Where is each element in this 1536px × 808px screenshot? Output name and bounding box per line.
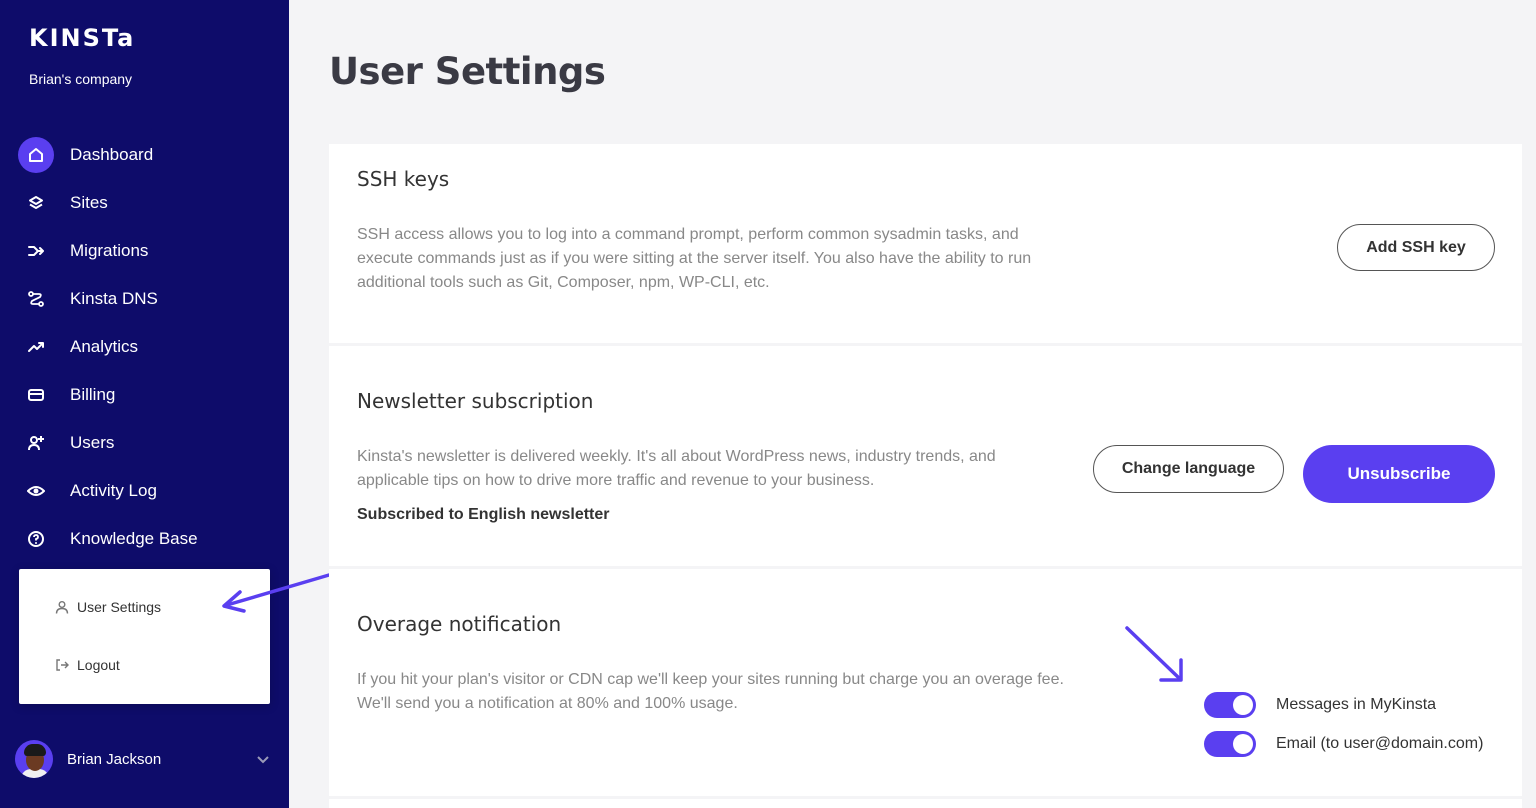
- sidebar-item-label: Knowledge Base: [70, 529, 198, 548]
- sidebar-nav: Dashboard Sites Migrations Kinsta DNS An…: [0, 131, 289, 563]
- email-notification-label: Email (to user@domain.com): [1276, 735, 1484, 752]
- sidebar-item-knowledge-base[interactable]: Knowledge Base: [0, 515, 289, 563]
- overage-desc-line1: If you hit your plan's visitor or CDN ca…: [357, 671, 1064, 688]
- sidebar-item-label: Analytics: [70, 337, 139, 356]
- trend-icon: [18, 329, 54, 365]
- newsletter-title: Newsletter subscription: [357, 389, 594, 413]
- kinsta-logo[interactable]: KINSTa: [29, 24, 135, 52]
- user-account-toggle[interactable]: Brian Jackson: [15, 739, 275, 779]
- newsletter-card: Newsletter subscription Kinsta's newslet…: [329, 346, 1522, 566]
- next-card: [329, 799, 1522, 808]
- ssh-keys-card: SSH keys SSH access allows you to log in…: [329, 144, 1522, 343]
- sidebar-item-label: Users: [70, 433, 115, 452]
- sidebar-item-activity-log[interactable]: Activity Log: [0, 467, 289, 515]
- logout-menu-item[interactable]: Logout: [55, 657, 120, 673]
- sidebar-item-sites[interactable]: Sites: [0, 179, 289, 227]
- overage-notification-card: Overage notification If you hit your pla…: [329, 569, 1522, 796]
- sidebar-item-label: Kinsta DNS: [70, 289, 158, 308]
- help-icon: [18, 521, 54, 557]
- user-settings-label: User Settings: [77, 599, 162, 615]
- annotation-arrow-user-settings: [222, 573, 331, 613]
- add-ssh-key-button[interactable]: Add SSH key: [1337, 224, 1495, 271]
- dns-icon: [18, 281, 54, 317]
- user-name: Brian Jackson: [67, 750, 162, 768]
- change-language-button[interactable]: Change language: [1093, 445, 1284, 493]
- messages-in-mykinsta-toggle[interactable]: [1204, 692, 1256, 718]
- ssh-keys-desc-line2: execute commands just as if you were sit…: [357, 250, 1032, 267]
- ssh-keys-desc-line1: SSH access allows you to log into a comm…: [357, 226, 1019, 243]
- sidebar-item-users[interactable]: Users: [0, 419, 289, 467]
- user-settings-menu-item[interactable]: User Settings: [55, 599, 161, 615]
- logout-label: Logout: [77, 657, 120, 673]
- user-plus-icon: [18, 425, 54, 461]
- eye-icon: [18, 473, 54, 509]
- logout-icon: [56, 659, 69, 671]
- sidebar-item-label: Activity Log: [70, 481, 157, 500]
- card-icon: [18, 377, 54, 413]
- page-title: User Settings: [329, 50, 606, 93]
- sidebar-item-migrations[interactable]: Migrations: [0, 227, 289, 275]
- sidebar-item-label: Migrations: [70, 241, 149, 260]
- avatar: [15, 740, 53, 778]
- company-name[interactable]: Brian's company: [29, 71, 132, 87]
- newsletter-desc-line1: Kinsta's newsletter is delivered weekly.…: [357, 448, 996, 465]
- migrate-icon: [18, 233, 54, 269]
- email-notification-toggle[interactable]: [1204, 731, 1256, 757]
- messages-in-mykinsta-toggle-row[interactable]: Messages in MyKinsta: [1204, 692, 1436, 718]
- email-toggle-row[interactable]: Email (to user@domain.com): [1204, 731, 1483, 757]
- sidebar-item-label: Billing: [70, 385, 116, 404]
- sidebar-item-label: Sites: [70, 193, 108, 212]
- overage-title: Overage notification: [357, 612, 562, 636]
- sidebar-item-billing[interactable]: Billing: [0, 371, 289, 419]
- unsubscribe-button[interactable]: Unsubscribe: [1303, 445, 1495, 503]
- annotation-arrow-toggles: [1125, 626, 1183, 682]
- sidebar-item-kinsta-dns[interactable]: Kinsta DNS: [0, 275, 289, 323]
- sidebar-item-label: Dashboard: [70, 145, 154, 164]
- ssh-keys-title: SSH keys: [357, 167, 450, 191]
- layers-icon: [18, 185, 54, 221]
- user-icon: [55, 601, 69, 614]
- home-icon: [18, 137, 54, 173]
- sidebar-item-analytics[interactable]: Analytics: [0, 323, 289, 371]
- ssh-keys-desc-line3: additional tools such as Git, Composer, …: [357, 274, 770, 291]
- newsletter-status: Subscribed to English newsletter: [357, 506, 610, 523]
- sidebar-item-dashboard[interactable]: Dashboard: [0, 131, 289, 179]
- chevron-down-icon: [257, 756, 269, 764]
- overage-desc-line2: We'll send you a notification at 80% and…: [357, 695, 738, 712]
- newsletter-desc-line2: applicable tips on how to drive more tra…: [357, 472, 875, 489]
- sidebar: KINSTa Brian's company Dashboard Sites M…: [0, 0, 289, 808]
- messages-in-mykinsta-label: Messages in MyKinsta: [1276, 696, 1437, 713]
